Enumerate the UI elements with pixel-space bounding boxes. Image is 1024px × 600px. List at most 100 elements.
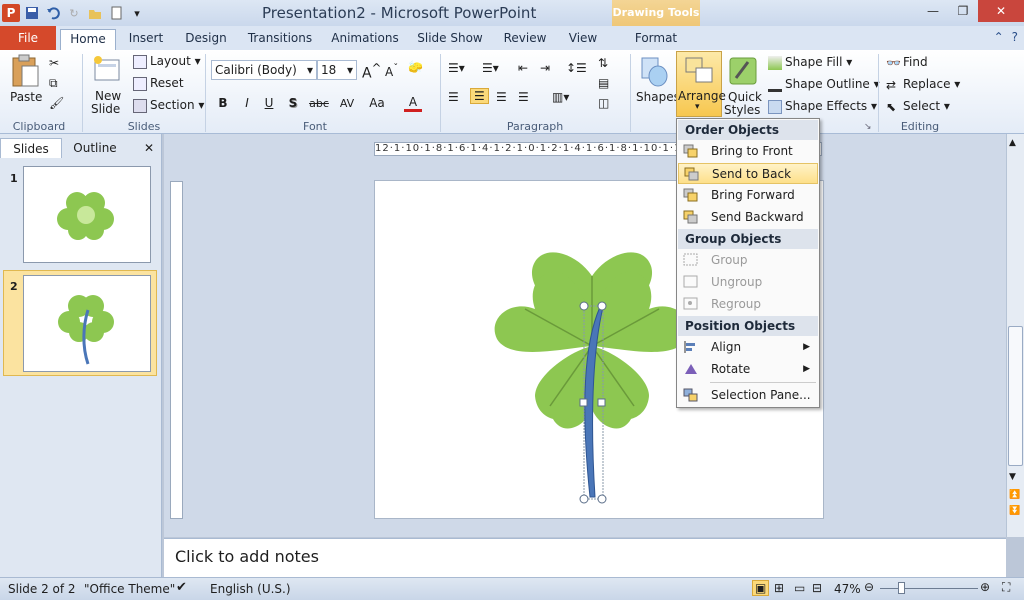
cut-icon[interactable]: ✂ [49,56,59,70]
line-spacing-icon[interactable]: ↕☰ [566,61,587,75]
tab-file[interactable]: File [0,26,56,50]
menu-item-align[interactable]: Align ▶ [678,337,818,358]
menu-item-bring-forward[interactable]: Bring Forward [678,185,818,206]
minimize-ribbon-icon[interactable]: ⌃ [994,30,1004,44]
normal-view-icon[interactable]: ▣ [752,580,770,596]
character-spacing-button[interactable]: AV [336,94,358,112]
align-right-icon[interactable]: ☰ [496,90,507,104]
dialog-launcher-icon[interactable]: ↘ [864,122,872,132]
menu-item-send-backward[interactable]: Send Backward [678,207,818,228]
resize-handle[interactable] [579,494,589,504]
tab-outline[interactable]: Outline [64,138,126,158]
scroll-up-icon[interactable]: ▲ [1009,138,1016,148]
tab-transitions[interactable]: Transitions [244,29,316,50]
open-icon[interactable] [86,4,104,22]
tab-review[interactable]: Review [500,29,550,50]
tab-home[interactable]: Home [60,29,116,50]
shrink-font-icon[interactable]: Aˇ [385,63,398,79]
menu-item-ungroup[interactable]: Ungroup [678,272,818,293]
align-left-icon[interactable]: ☰ [448,90,459,104]
new-slide-label-1[interactable]: New [95,89,121,103]
shadow-button[interactable]: S [284,94,302,112]
arrange-button[interactable]: Arrange ▾ [676,51,726,117]
shape-effects-button[interactable]: Shape Effects ▾ [768,99,877,114]
shape-outline-button[interactable]: Shape Outline ▾ [768,77,880,92]
align-text-icon[interactable]: ▤ [598,76,609,90]
scroll-thumb[interactable] [1008,326,1023,466]
columns-icon[interactable]: ▥▾ [552,90,569,104]
select-button[interactable]: ⬉ Select ▾ [886,99,950,114]
slide-sorter-icon[interactable]: ⊞ [774,581,784,595]
zoom-slider[interactable] [880,588,978,589]
find-button[interactable]: 👓 Find [886,55,928,70]
paste-button[interactable]: Paste [10,90,42,104]
powerpoint-logo-icon[interactable]: P [2,4,20,22]
resize-handle[interactable] [597,301,607,311]
slide-show-icon[interactable]: ⊟ [812,581,822,595]
tab-slides[interactable]: Slides [0,138,62,158]
new-slide-label-2[interactable]: Slide [91,102,120,116]
tab-insert[interactable]: Insert [122,29,170,50]
tab-slide-show[interactable]: Slide Show [414,29,486,50]
increase-indent-icon[interactable]: ⇥ [540,61,550,75]
slide-thumbnail-1[interactable] [23,166,151,263]
italic-button[interactable]: I [238,94,256,112]
reset-button[interactable]: Reset [133,76,184,91]
section-button[interactable]: Section ▾ [133,98,204,113]
menu-item-bring-to-front[interactable]: Bring to Front [678,141,818,162]
redo-icon[interactable]: ↻ [65,4,83,22]
restore-button[interactable]: ❐ [948,0,978,22]
quick-styles-icon[interactable] [728,56,758,89]
tab-format[interactable]: Format [624,29,688,50]
minimize-button[interactable]: — [918,0,948,22]
undo-icon[interactable] [44,4,62,22]
notes-pane[interactable]: Click to add notes [164,538,1006,577]
numbering-icon[interactable]: ☰▾ [482,61,499,75]
reading-view-icon[interactable]: ▭ [794,581,805,595]
clear-formatting-icon[interactable]: 🧽 [408,60,423,74]
new-doc-icon[interactable] [107,4,125,22]
shapes-icon[interactable] [640,56,668,91]
help-icon[interactable]: ? [1012,30,1018,44]
fit-to-window-icon[interactable]: ⛶ [1002,580,1010,595]
replace-button[interactable]: ⇄ Replace ▾ [886,77,960,92]
language-indicator[interactable]: English (U.S.) [210,582,291,596]
spell-check-icon[interactable]: ✔ [176,580,187,595]
resize-handle[interactable] [597,398,606,407]
menu-item-group[interactable]: Group [678,250,818,271]
format-painter-icon[interactable]: 🖌 [49,96,64,110]
strikethrough-button[interactable]: abc [308,94,330,112]
tab-design[interactable]: Design [180,29,232,50]
close-pane-icon[interactable]: ✕ [140,138,158,158]
zoom-level[interactable]: 47% [834,582,861,596]
next-slide-icon[interactable]: ⏬ [1009,506,1020,516]
zoom-slider-thumb[interactable] [898,582,905,594]
customize-qat-icon[interactable]: ▾ [128,4,146,22]
quick-styles-label-2[interactable]: Styles [724,103,760,117]
scroll-down-icon[interactable]: ▼ [1009,472,1016,482]
save-icon[interactable] [23,4,41,22]
zoom-in-icon[interactable]: ⊕ [980,580,990,594]
menu-item-rotate[interactable]: Rotate ▶ [678,359,818,380]
vertical-scrollbar[interactable]: ▲ ▼ ⏫ ⏬ [1006,134,1024,537]
menu-item-selection-pane[interactable]: Selection Pane... [678,385,818,406]
text-direction-icon[interactable]: ⇅ [598,56,608,70]
bullets-icon[interactable]: ☰▾ [448,61,465,75]
tab-animations[interactable]: Animations [330,29,400,50]
slide-thumbnail-2[interactable] [23,275,151,372]
font-color-button[interactable]: A [404,94,422,112]
quick-styles-label-1[interactable]: Quick [728,90,762,104]
tab-view[interactable]: View [562,29,604,50]
layout-button[interactable]: Layout ▾ [133,54,201,69]
resize-handle[interactable] [597,494,607,504]
shapes-button[interactable]: Shapes [636,90,680,104]
justify-icon[interactable]: ☰ [518,90,529,104]
resize-handle[interactable] [579,398,588,407]
zoom-out-icon[interactable]: ⊖ [864,580,874,594]
previous-slide-icon[interactable]: ⏫ [1009,490,1020,500]
menu-item-send-to-back[interactable]: Send to Back [678,163,818,184]
align-center-icon[interactable]: ☰ [470,88,489,104]
grow-font-icon[interactable]: A^ [362,61,381,82]
copy-icon[interactable]: ⧉ [49,76,58,91]
menu-item-regroup[interactable]: Regroup [678,294,818,315]
